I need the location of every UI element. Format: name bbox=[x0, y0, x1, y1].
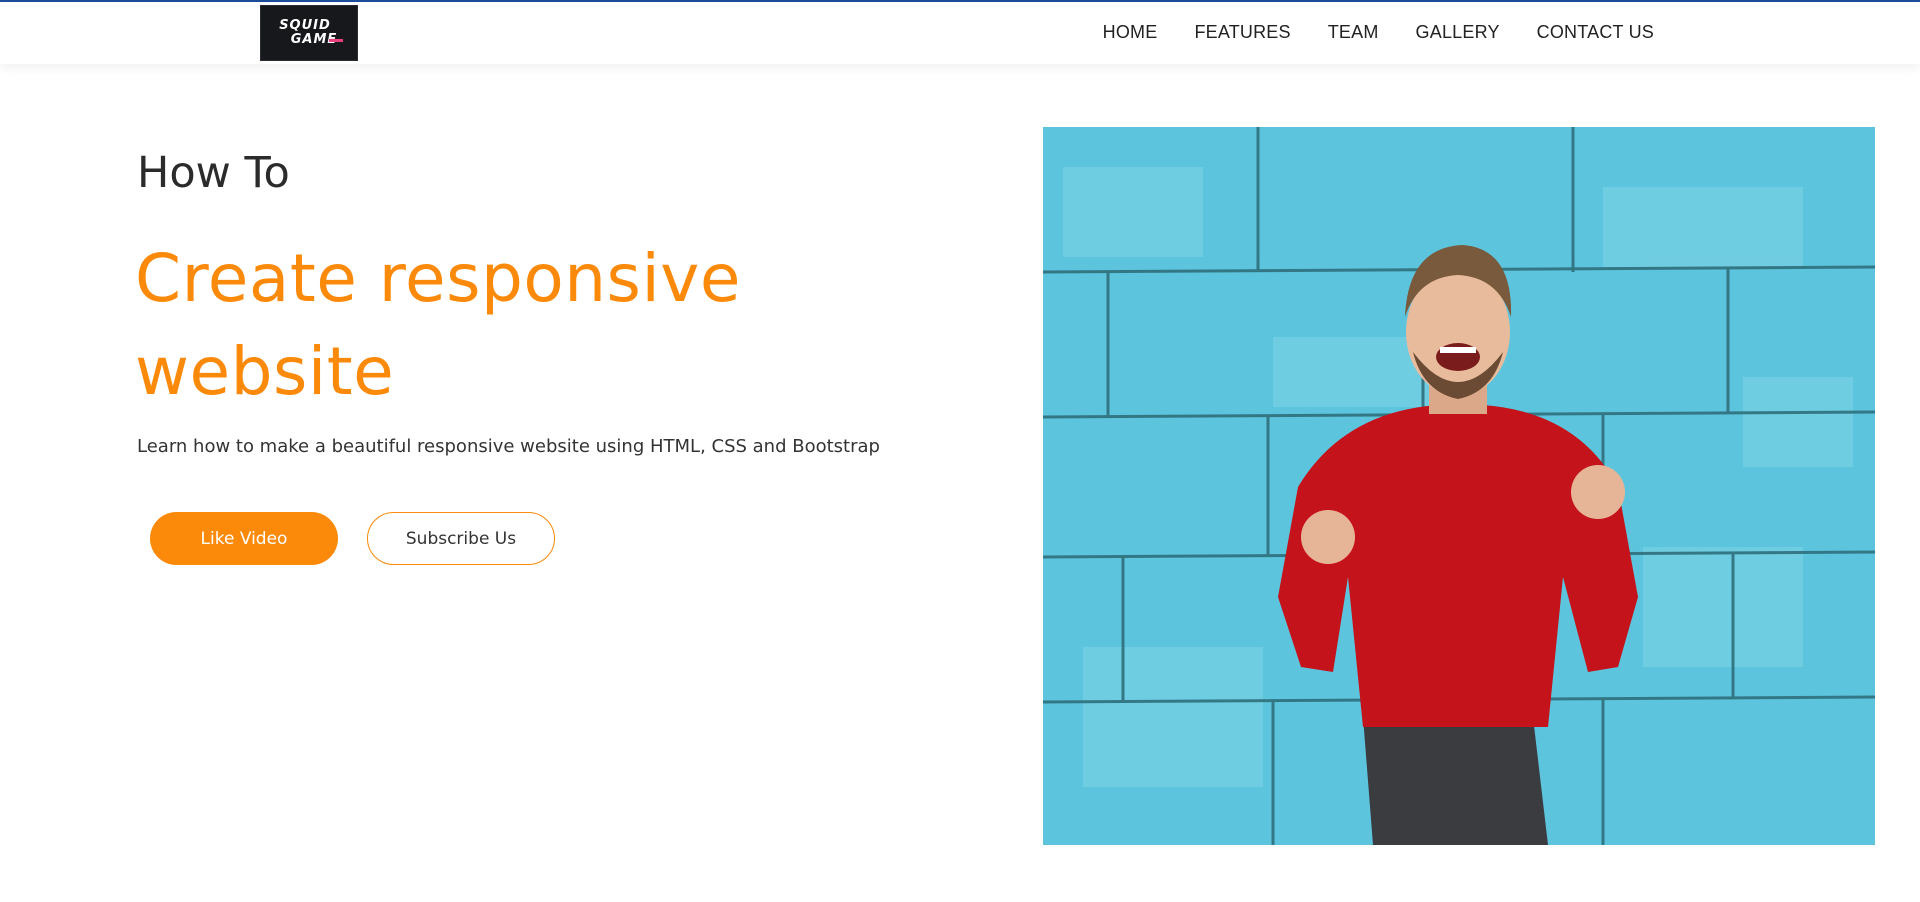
logo-text-line1: SQUID bbox=[279, 18, 331, 33]
hero-photo-illustration bbox=[1043, 127, 1875, 845]
main-nav: HOME FEATURES TEAM GALLERY CONTACT US bbox=[1066, 22, 1654, 43]
nav-team[interactable]: TEAM bbox=[1328, 22, 1379, 43]
like-video-button[interactable]: Like Video bbox=[150, 512, 338, 565]
navbar: SQUID GAME HOME FEATURES TEAM GALLERY CO… bbox=[0, 2, 1920, 64]
nav-home[interactable]: HOME bbox=[1103, 22, 1158, 43]
squid-game-logo[interactable]: SQUID GAME bbox=[260, 5, 358, 61]
hero-kicker: How To bbox=[137, 148, 290, 198]
hero-headline-line1: Create responsive bbox=[135, 240, 741, 317]
nav-features[interactable]: FEATURES bbox=[1194, 22, 1290, 43]
subscribe-us-button[interactable]: Subscribe Us bbox=[367, 512, 555, 565]
hero-image bbox=[1043, 127, 1875, 845]
nav-gallery[interactable]: GALLERY bbox=[1416, 22, 1500, 43]
nav-contact-us[interactable]: CONTACT US bbox=[1537, 22, 1654, 43]
hero-headline: Create responsive website bbox=[135, 232, 835, 418]
hero-subtitle: Learn how to make a beautiful responsive… bbox=[137, 436, 880, 457]
hero-headline-line2: website bbox=[135, 333, 395, 410]
logo-accent-mark bbox=[329, 39, 343, 42]
